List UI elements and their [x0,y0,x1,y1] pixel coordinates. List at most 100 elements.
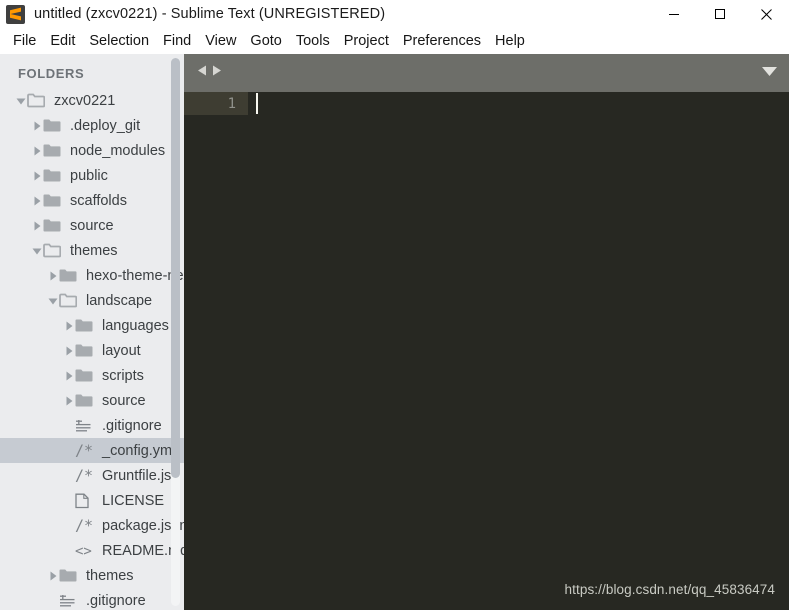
tree-item-label: public [70,167,108,184]
folder-row-scaffolds[interactable]: scaffolds [0,188,184,213]
chevron-right-icon[interactable] [62,371,75,381]
svg-text:<>: <> [75,544,92,559]
sidebar-section-title: FOLDERS [18,66,85,81]
menu-bar: File Edit Selection Find View Goto Tools Projec… [0,28,789,54]
line-number-gutter: 1 [184,92,248,610]
menu-item-project[interactable]: Project [337,30,396,53]
folder-row-public[interactable]: public [0,163,184,188]
maximize-icon [715,9,725,19]
tree-item-label: Gruntfile.js [102,467,172,484]
tree-item-label: _config.yml [102,442,176,459]
chevron-right-icon[interactable] [30,196,43,206]
maximize-button[interactable] [697,0,743,28]
menu-item-find[interactable]: Find [156,30,198,53]
editor-body: 1 https://blog.csdn.net/qq_45836474 [184,92,789,610]
folder-open-icon [27,93,49,108]
folder-row-source[interactable]: source [0,213,184,238]
text-caret [256,93,258,114]
minimize-button[interactable] [651,0,697,28]
folder-open-icon [59,293,81,308]
tree-item-label: hexo-theme-next [86,267,184,284]
file-row-gruntfile-js[interactable]: /* Gruntfile.js [0,463,184,488]
tree-item-label: LICENSE [102,492,165,509]
folder-icon [75,318,97,333]
sublime-text-window: untitled (zxcv0221) - Sublime Text (UNRE… [0,0,789,610]
svg-text:/*: /* [75,443,93,458]
tree-item-label: zxcv0221 [54,92,116,109]
tree-item-label: .gitignore [86,592,146,609]
tree-item-label: layout [102,342,141,359]
menu-item-tools[interactable]: Tools [289,30,337,53]
text-file-icon [75,418,97,433]
svg-text:/*: /* [75,468,93,483]
minimize-icon [669,14,679,15]
close-icon [760,8,772,20]
folder-row-source[interactable]: source [0,388,184,413]
file-row-config-yml[interactable]: /* _config.yml [0,438,184,463]
menu-item-edit[interactable]: Edit [43,30,82,53]
chevron-right-icon[interactable] [30,146,43,156]
folder-row-hexo-theme-next[interactable]: hexo-theme-next [0,263,184,288]
menu-item-help[interactable]: Help [488,30,532,53]
menu-item-selection[interactable]: Selection [82,30,156,53]
folder-row-zxcv0221[interactable]: zxcv0221 [0,88,184,113]
menu-item-view[interactable]: View [198,30,243,53]
chevron-down-icon[interactable] [14,96,27,106]
chevron-right-icon[interactable] [46,271,59,281]
tab-list-menu-button[interactable] [761,54,778,92]
chevron-right-icon[interactable] [62,396,75,406]
file-row-package-json[interactable]: /* package.json [0,513,184,538]
comment-file-icon: /* [75,518,97,533]
blank-file-icon [75,493,97,509]
editor-pane: 1 https://blog.csdn.net/qq_45836474 [184,54,789,610]
chevron-down-icon[interactable] [30,246,43,256]
arrow-left-icon[interactable] [197,64,208,82]
sidebar-scrollbar-thumb[interactable] [171,58,180,478]
folder-row-themes[interactable]: themes [0,238,184,263]
folder-tree: zxcv0221 .deploy_git node_modulespublic sca… [0,88,184,610]
file-row-license[interactable]: LICENSE [0,488,184,513]
tree-item-label: source [102,392,146,409]
chevron-right-icon[interactable] [62,321,75,331]
tree-item-label: scripts [102,367,144,384]
svg-text:/*: /* [75,518,93,533]
folder-icon [43,218,65,233]
chevron-right-icon[interactable] [30,121,43,131]
markup-file-icon: <> [75,543,97,559]
folder-row-landscape[interactable]: landscape [0,288,184,313]
text-file-icon [59,593,81,608]
folder-icon [75,393,97,408]
menu-item-file[interactable]: File [6,30,43,53]
folder-row-deploy-git[interactable]: .deploy_git [0,113,184,138]
chevron-right-icon[interactable] [62,346,75,356]
file-row-gitignore[interactable]: .gitignore [0,588,184,610]
close-button[interactable] [743,0,789,28]
chevron-down-icon[interactable] [46,296,59,306]
menu-item-goto[interactable]: Goto [243,30,288,53]
folder-icon [75,343,97,358]
watermark-text: https://blog.csdn.net/qq_45836474 [564,582,775,597]
folder-icon [59,268,81,283]
chevron-right-icon[interactable] [30,171,43,181]
folder-row-layout[interactable]: layout [0,338,184,363]
folder-icon [43,193,65,208]
tab-bar [184,54,789,92]
tab-nav-arrows [197,64,222,82]
folder-row-node-modules[interactable]: node_modules [0,138,184,163]
file-row-readme-md[interactable]: <> README.md [0,538,184,563]
chevron-right-icon[interactable] [46,571,59,581]
tree-item-label: source [70,217,114,234]
comment-file-icon: /* [75,468,97,483]
sublime-text-icon [6,4,25,24]
sidebar: FOLDERS zxcv0221 .deploy_git node_modulesp… [0,54,184,610]
chevron-right-icon[interactable] [30,221,43,231]
arrow-right-icon[interactable] [211,64,222,82]
menu-item-preferences[interactable]: Preferences [396,30,488,53]
folder-row-languages[interactable]: languages [0,313,184,338]
folder-row-themes[interactable]: themes [0,563,184,588]
folder-row-scripts[interactable]: scripts [0,363,184,388]
code-text-area[interactable]: https://blog.csdn.net/qq_45836474 [248,92,789,610]
file-row-gitignore[interactable]: .gitignore [0,413,184,438]
tree-item-label: scaffolds [70,192,127,209]
folder-icon [75,368,97,383]
